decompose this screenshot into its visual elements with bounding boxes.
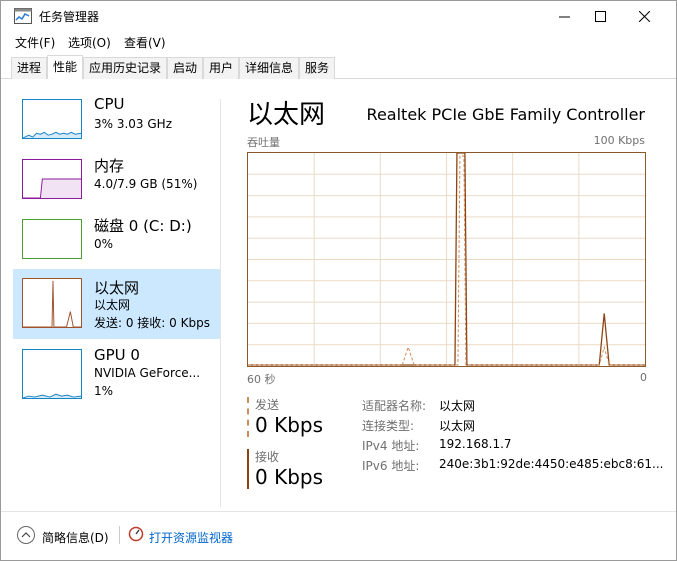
collapse-chevron-up-icon[interactable] (16, 525, 36, 545)
sidebar-item-memory[interactable]: 内存 4.0/7.9 GB (51%) (13, 151, 220, 211)
sidebar-disk-usage: 0% (94, 237, 114, 251)
sidebar-item-disk[interactable]: 磁盘 0 (C: D:) 0% (13, 211, 220, 269)
sidebar-item-ethernet[interactable]: 以太网 以太网 发送: 0 接收: 0 Kbps (13, 269, 220, 339)
adapter-name-value: 以太网 (439, 399, 476, 413)
menu-options[interactable]: 选项(O) (68, 34, 111, 51)
throughput-label: 吞吐量 (247, 136, 280, 149)
close-icon (639, 10, 650, 22)
ipv4-value: 192.168.1.7 (439, 437, 512, 451)
task-manager-window: 任务管理器 文件(F) 选项(O) 查看(V) 进程 性能 应用历史记录 启动 … (0, 0, 677, 561)
tab-processes[interactable]: 进程 (11, 57, 47, 79)
cpu-thumbnail-graph (22, 99, 82, 139)
sidebar-gpu-usage: 1% (94, 384, 114, 398)
resource-monitor-icon (128, 526, 144, 542)
task-manager-app-icon (14, 8, 32, 24)
menu-bar: 文件(F) 选项(O) 查看(V) (1, 32, 676, 53)
sidebar-cpu-usage: 3% 3.03 GHz (94, 117, 173, 131)
window-title: 任务管理器 (39, 10, 100, 24)
sidebar-divider (220, 99, 221, 507)
sidebar-memory-title: 内存 (94, 157, 125, 175)
graph-time-right-label: 0 (640, 371, 647, 384)
sidebar-gpu-model: NVIDIA GeForce... (94, 366, 201, 380)
minimize-icon (559, 16, 570, 17)
receive-legend-bar (247, 449, 249, 489)
footer-bar: 简略信息(D) 打开资源监视器 (1, 511, 676, 560)
page-title: 以太网 (247, 100, 326, 130)
receive-label: 接收 (255, 450, 280, 464)
title-bar[interactable]: 任务管理器 (1, 1, 676, 31)
gpu-thumbnail-graph (22, 349, 82, 399)
close-button[interactable] (622, 1, 667, 31)
open-resource-monitor-link[interactable]: 打开资源监视器 (149, 529, 233, 546)
receive-value: 0 Kbps (255, 465, 324, 489)
tab-details[interactable]: 详细信息 (239, 57, 299, 79)
sidebar-ethernet-adapter: 以太网 (94, 298, 131, 312)
send-value: 0 Kbps (255, 413, 324, 437)
adapter-name-key: 适配器名称: (362, 399, 427, 413)
disk-thumbnail-graph (22, 219, 82, 259)
ipv4-key: IPv4 地址: (362, 439, 420, 453)
maximize-icon (595, 10, 606, 22)
sidebar-disk-title: 磁盘 0 (C: D:) (94, 217, 192, 235)
adapter-name: Realtek PCIe GbE Family Controller (366, 105, 645, 124)
sidebar-item-gpu[interactable]: GPU 0 NVIDIA GeForce... 1% (13, 339, 220, 409)
maximize-button[interactable] (578, 1, 623, 31)
ethernet-thumbnail-graph (22, 278, 82, 328)
connection-type-value: 以太网 (439, 419, 476, 433)
send-legend-bar (247, 397, 249, 437)
tab-strip: 进程 性能 应用历史记录 启动 用户 详细信息 服务 (1, 55, 676, 80)
tab-services[interactable]: 服务 (299, 57, 335, 79)
send-label: 发送 (255, 398, 280, 412)
menu-file[interactable]: 文件(F) (15, 34, 55, 51)
menu-view[interactable]: 查看(V) (124, 34, 166, 51)
footer-divider (119, 526, 120, 544)
throughput-max-label: 100 Kbps (593, 134, 645, 147)
throughput-graph (247, 152, 646, 367)
sidebar-item-cpu[interactable]: CPU 3% 3.03 GHz (13, 91, 220, 151)
sidebar-gpu-title: GPU 0 (94, 346, 140, 364)
sidebar-ethernet-throughput: 发送: 0 接收: 0 Kbps (94, 316, 210, 330)
connection-type-key: 连接类型: (362, 419, 415, 433)
ipv6-value: 240e:3b1:92de:4450:e485:ebc8:61... (439, 457, 664, 471)
tab-startup[interactable]: 启动 (167, 57, 203, 79)
tab-users[interactable]: 用户 (203, 57, 239, 79)
sidebar-memory-usage: 4.0/7.9 GB (51%) (94, 177, 198, 191)
fewer-details-button[interactable]: 简略信息(D) (42, 529, 109, 546)
tab-app-history[interactable]: 应用历史记录 (83, 57, 167, 79)
graph-time-left-label: 60 秒 (247, 373, 276, 386)
sidebar-ethernet-title: 以太网 (94, 279, 140, 297)
tab-performance[interactable]: 性能 (47, 55, 83, 80)
sidebar-cpu-title: CPU (94, 95, 125, 113)
ipv6-key: IPv6 地址: (362, 459, 420, 473)
memory-thumbnail-graph (22, 159, 82, 199)
